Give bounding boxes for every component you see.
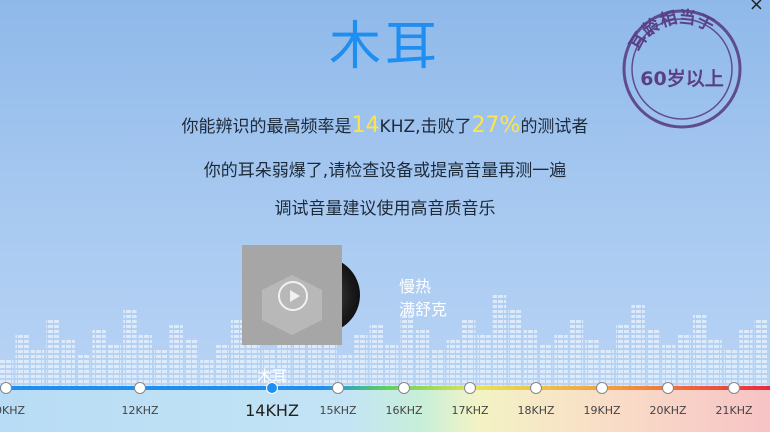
equalizer-bar <box>123 310 137 390</box>
equalizer-bar <box>462 320 476 390</box>
stamp-bottom-text: 60岁以上 <box>640 67 723 90</box>
scale-dot <box>134 382 146 394</box>
scale-tick-label: 12KHZ <box>121 404 159 417</box>
equalizer-bar <box>508 310 522 390</box>
equalizer-bar <box>754 320 768 390</box>
scale-dot <box>728 382 740 394</box>
result-line-1: 你能辨识的最高频率是14KHZ,击败了27%的测试者 <box>181 113 589 138</box>
scale-dot <box>332 382 344 394</box>
equalizer-bar <box>77 355 91 390</box>
equalizer-bar <box>677 335 691 390</box>
equalizer-bar <box>154 350 168 390</box>
scale-tick-label: 15KHZ <box>319 404 357 417</box>
equalizer-bar <box>585 340 599 390</box>
scale-tick-label: 14KHZ <box>245 401 299 420</box>
scale-tick-label: 19KHZ <box>583 404 621 417</box>
equalizer-bar <box>477 335 491 390</box>
equalizer-bar <box>184 340 199 390</box>
equalizer-bar <box>385 345 399 390</box>
equalizer-bar <box>369 325 383 390</box>
equalizer-bar <box>539 345 553 390</box>
current-level-label: 木耳 <box>256 367 288 385</box>
equalizer-bar <box>30 350 45 390</box>
equalizer-bar <box>492 295 507 390</box>
equalizer-bar <box>415 330 430 390</box>
scale-dot <box>464 382 476 394</box>
equalizer-bar <box>739 330 753 390</box>
equalizer-bar <box>646 330 661 390</box>
equalizer-background <box>0 295 768 390</box>
highest-frequency: 14 <box>351 113 380 138</box>
equalizer-bar <box>169 325 183 390</box>
equalizer-bar <box>431 350 445 390</box>
scale-tick-label: 18KHZ <box>517 404 555 417</box>
scale-tick-label: 21KHZ <box>715 404 753 417</box>
result-line-3: 调试音量建议使用高音质音乐 <box>274 199 496 219</box>
scale-dot <box>662 382 674 394</box>
equalizer-bar <box>708 340 722 390</box>
equalizer-bar <box>15 335 29 390</box>
equalizer-bar <box>616 325 630 390</box>
scale-dot <box>596 382 608 394</box>
equalizer-bar <box>354 335 368 390</box>
equalizer-bar <box>107 345 122 390</box>
scale-dot <box>530 382 542 394</box>
result-line-2: 你的耳朵弱爆了,请检查设备或提高音量再测一遍 <box>203 161 567 181</box>
equalizer-bar <box>631 305 645 390</box>
equalizer-bar <box>569 320 584 390</box>
song-title: 慢热 <box>399 277 432 296</box>
equalizer-bar <box>46 320 60 390</box>
equalizer-bar <box>215 345 229 390</box>
play-icon[interactable] <box>278 281 308 311</box>
scale-tick-label: 16KHZ <box>385 404 423 417</box>
equalizer-bar <box>92 330 106 390</box>
scale-tick-label: 20KHZ <box>649 404 687 417</box>
frequency-track <box>0 386 770 390</box>
equalizer-bar <box>523 330 537 390</box>
scale-tick-label: 17KHZ <box>451 404 489 417</box>
scale-dot <box>0 382 12 394</box>
song-artist: 满舒克 <box>399 300 448 319</box>
equalizer-bar <box>400 315 414 390</box>
equalizer-bar <box>446 340 460 390</box>
equalizer-bar <box>693 315 707 390</box>
equalizer-bar <box>61 340 75 390</box>
scale-dot <box>398 382 410 394</box>
album-cover[interactable] <box>242 245 342 345</box>
scale-tick-label: 0KHZ <box>0 404 26 417</box>
beat-percentage: 27% <box>471 113 521 138</box>
equalizer-bar <box>554 335 568 390</box>
